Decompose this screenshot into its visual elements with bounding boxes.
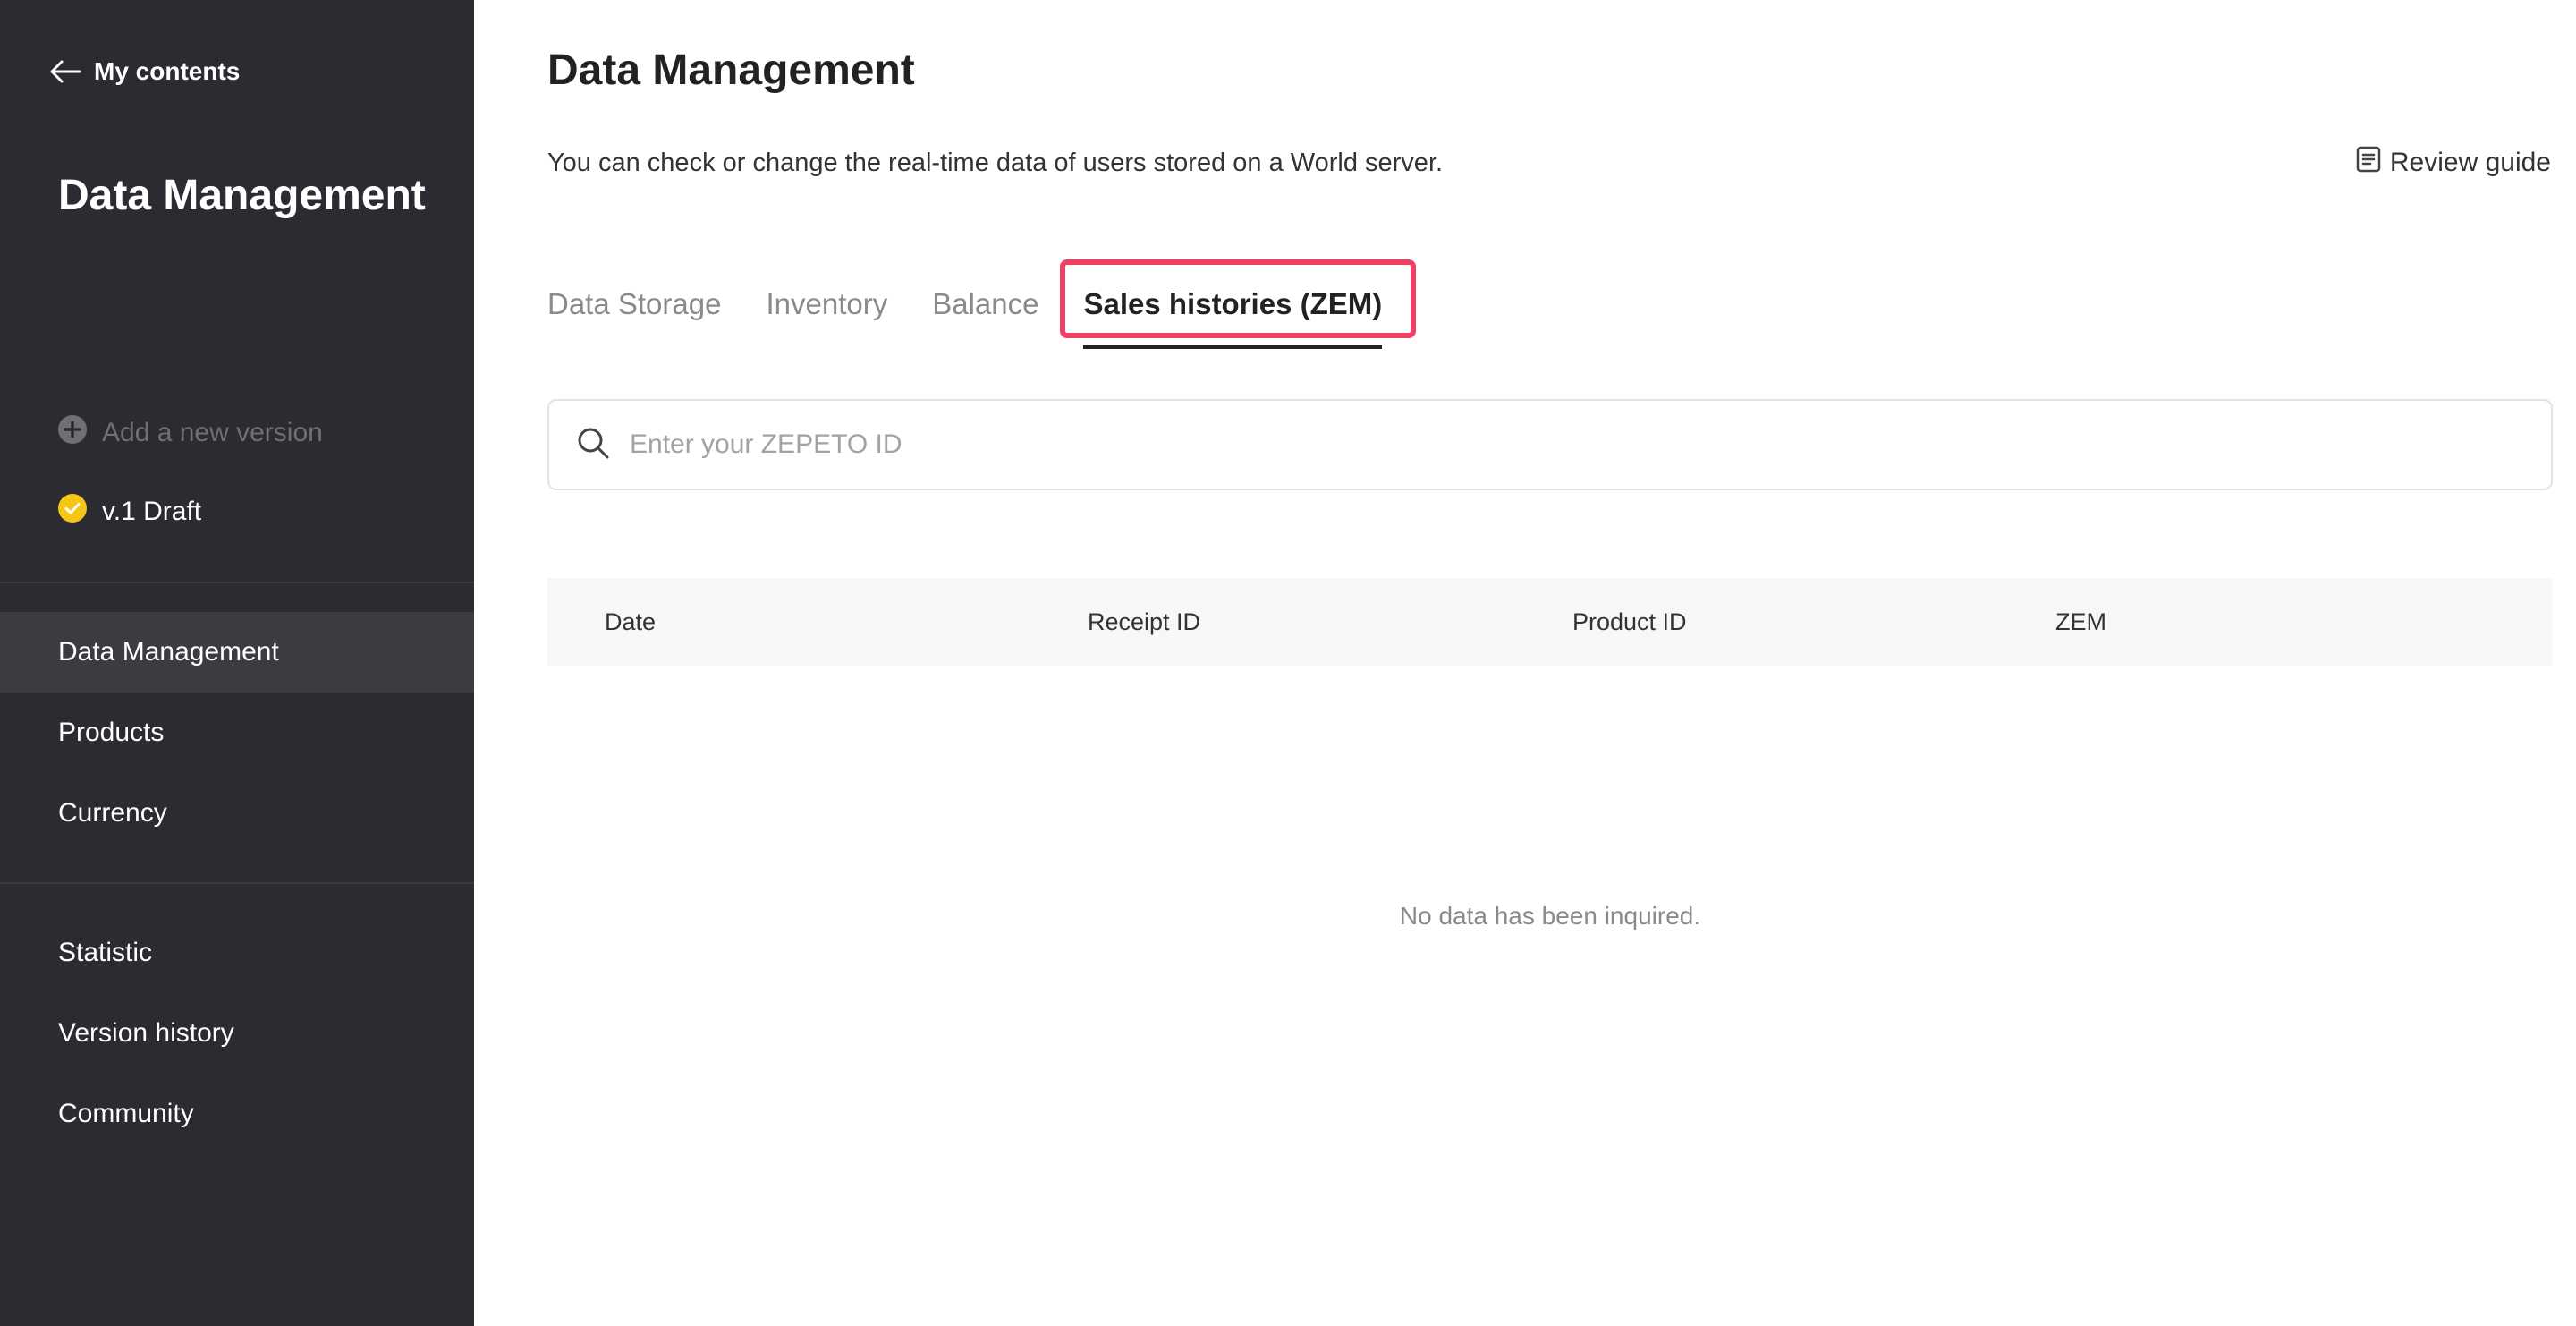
sidebar-item-community[interactable]: Community	[0, 1074, 474, 1154]
sidebar-divider	[0, 582, 474, 583]
review-guide-link[interactable]: Review guide	[2356, 145, 2551, 181]
document-icon	[2356, 146, 2381, 180]
sidebar: My contents Data Management Add a new ve…	[0, 0, 474, 1326]
add-new-version-button[interactable]: Add a new version	[57, 415, 323, 451]
tab-label: Balance	[932, 287, 1039, 320]
back-to-my-contents-link[interactable]: My contents	[49, 55, 240, 88]
sidebar-item-label: Data Management	[58, 637, 279, 667]
column-header-product-id: Product ID	[1572, 608, 1687, 635]
sidebar-divider	[0, 882, 474, 884]
sidebar-item-label: Currency	[58, 798, 167, 828]
sidebar-item-label: Statistic	[58, 938, 153, 967]
column-header-zem: ZEM	[2055, 608, 2106, 635]
highlight-box	[1060, 259, 1417, 338]
sidebar-title: Data Management	[58, 172, 426, 219]
active-tab-underline	[1083, 345, 1383, 349]
page-description: You can check or change the real-time da…	[547, 149, 1444, 177]
sidebar-item-label: Version history	[58, 1018, 234, 1048]
tab-sales-histories-zem[interactable]: Sales histories (ZEM)	[1060, 259, 1417, 349]
version-item[interactable]: v.1 Draft	[57, 494, 201, 530]
tab-balance[interactable]: Balance	[932, 259, 1038, 349]
tab-bar: Data Storage Inventory Balance Sales his…	[547, 259, 1417, 349]
table-header: Date Receipt ID Product ID ZEM	[547, 578, 2553, 666]
sidebar-item-currency[interactable]: Currency	[0, 773, 474, 854]
search-icon	[576, 426, 610, 464]
tab-inventory[interactable]: Inventory	[766, 259, 887, 349]
sidebar-item-label: Community	[58, 1099, 194, 1128]
sidebar-item-version-history[interactable]: Version history	[0, 993, 474, 1074]
tab-data-storage[interactable]: Data Storage	[547, 259, 721, 349]
tab-label: Inventory	[766, 287, 888, 320]
column-header-date: Date	[605, 608, 657, 635]
back-label: My contents	[94, 57, 241, 85]
zepeto-id-search-input[interactable]	[628, 429, 2551, 461]
column-header-receipt-id: Receipt ID	[1088, 608, 1201, 635]
version-label: v.1 Draft	[102, 497, 202, 526]
sidebar-item-products[interactable]: Products	[0, 693, 474, 773]
sidebar-item-data-management[interactable]: Data Management	[0, 612, 474, 693]
review-guide-label: Review guide	[2389, 148, 2551, 177]
tab-label: Data Storage	[547, 287, 722, 320]
search-box	[547, 399, 2553, 490]
check-circle-icon	[57, 493, 88, 531]
add-version-label: Add a new version	[102, 418, 323, 447]
empty-state-message: No data has been inquired.	[1399, 902, 1701, 930]
page-title: Data Management	[547, 47, 915, 94]
sidebar-item-statistic[interactable]: Statistic	[0, 913, 474, 993]
plus-circle-icon	[57, 414, 88, 452]
sidebar-item-label: Products	[58, 718, 165, 747]
arrow-left-icon	[49, 59, 81, 84]
